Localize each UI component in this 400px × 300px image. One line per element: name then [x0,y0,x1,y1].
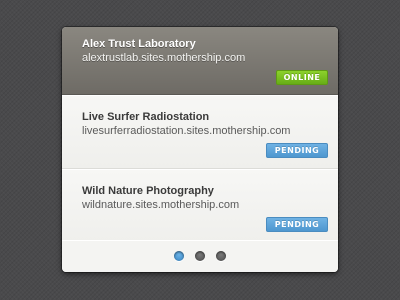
pagination [62,240,338,272]
site-item-live-surfer-radiostation[interactable]: Live Surfer Radiostation livesurferradio… [62,95,338,169]
sites-card: Alex Trust Laboratory alextrustlab.sites… [62,27,338,272]
site-name: Wild Nature Photography [82,185,214,197]
page-dot-1[interactable] [174,251,184,261]
site-url: alextrustlab.sites.mothership.com [82,52,246,64]
site-url: livesurferradiostation.sites.mothership.… [82,125,291,137]
status-badge-pending: PENDING [266,143,328,158]
page-dot-3[interactable] [216,251,226,261]
pagination-dots [174,251,226,261]
status-badge-pending: PENDING [266,217,328,232]
page-dot-2[interactable] [195,251,205,261]
site-item-wild-nature-photography[interactable]: Wild Nature Photography wildnature.sites… [62,169,338,243]
site-item-alex-trust-laboratory[interactable]: Alex Trust Laboratory alextrustlab.sites… [62,27,338,95]
site-url: wildnature.sites.mothership.com [82,199,240,211]
status-badge-online: ONLINE [276,70,328,85]
site-name: Live Surfer Radiostation [82,111,210,123]
site-name: Alex Trust Laboratory [82,38,196,50]
